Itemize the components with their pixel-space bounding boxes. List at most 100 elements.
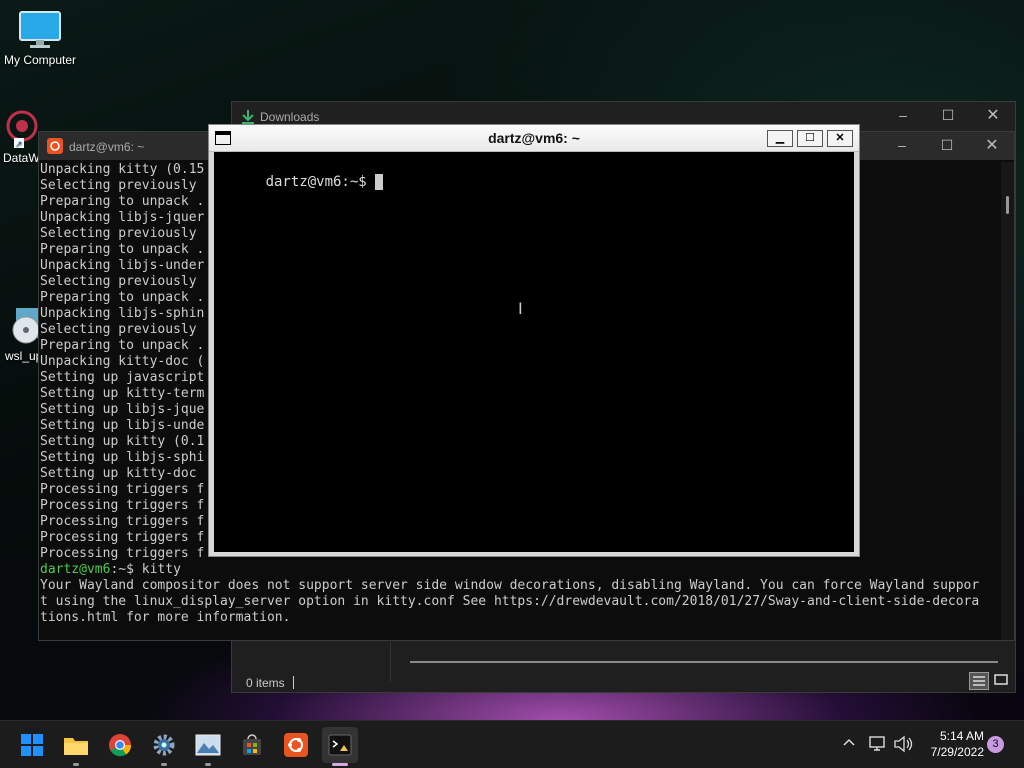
kitty-prompt-line: dartz@vm6:~$ [215, 155, 384, 209]
photos-button[interactable] [190, 727, 226, 766]
terminal-line: Unpacking kitty-doc ( [40, 354, 205, 369]
terminal-line: Preparing to unpack . [40, 194, 205, 209]
network-button[interactable] [868, 735, 888, 758]
window-title: dartz@vm6: ~ [69, 140, 145, 154]
terminal-line: Selecting previously [40, 178, 197, 193]
terminal-line: Processing triggers f [40, 546, 205, 561]
desktop-icon-label: wsl_up [5, 349, 40, 363]
maximize-button[interactable]: ☐ [925, 107, 971, 124]
clock-date: 7/29/2022 [930, 745, 984, 759]
terminal-line: Setting up libjs-unde [40, 418, 205, 433]
close-button[interactable]: ✕ [970, 105, 1016, 125]
clock-button[interactable]: 5:14 AM 7/29/2022 [918, 728, 984, 760]
terminal-line: Preparing to unpack . [40, 242, 205, 257]
gear-icon [153, 734, 175, 756]
close-button[interactable]: ✕ [969, 135, 1014, 155]
vertical-scrollbar[interactable] [1001, 162, 1014, 640]
network-icon [869, 736, 885, 751]
desktop-icon-my-computer[interactable]: My Computer [2, 10, 78, 67]
minimize-button[interactable]: ▁ [767, 130, 793, 147]
terminal-line: Setting up kitty (0.1 [40, 434, 205, 449]
terminal-message-line: Your Wayland compositor does not support… [40, 578, 980, 593]
notification-badge[interactable]: 3 [987, 736, 1004, 753]
terminal-line: Setting up kitty-term [40, 386, 205, 401]
horizontal-scrollbar[interactable] [410, 661, 998, 663]
terminal-line: Unpacking libjs-sphin [40, 306, 205, 321]
start-button[interactable] [14, 727, 50, 763]
maximize-button[interactable]: ☐ [797, 130, 823, 147]
tiles-view-icon [994, 674, 1008, 685]
terminal-line: Unpacking libjs-under [40, 258, 205, 273]
taskbar: 5:14 AM 7/29/2022 3 [0, 720, 1024, 768]
kitty-titlebar[interactable]: dartz@vm6: ~ ▁ ☐ ✕ [209, 125, 859, 152]
running-indicator [332, 763, 348, 766]
store-button[interactable] [234, 727, 270, 763]
terminal-line: Setting up libjs-sphi [40, 450, 205, 465]
list-view-icon [973, 676, 985, 686]
terminal-line: Unpacking kitty (0.15 [40, 162, 205, 177]
clock-time: 5:14 AM [939, 729, 984, 743]
kitty-terminal-window[interactable]: dartz@vm6: ~ ▁ ☐ ✕ dartz@vm6:~$ Ⅰ [208, 124, 860, 557]
running-indicator [205, 763, 211, 766]
terminal-line: Processing triggers f [40, 498, 205, 513]
settings-button[interactable] [146, 727, 182, 766]
dataw-icon: ↗ [6, 110, 38, 149]
tiles-view-button[interactable] [992, 672, 1012, 690]
svg-text:↗: ↗ [15, 139, 23, 148]
text-cursor [375, 174, 384, 190]
terminal-line: Selecting previously [40, 274, 197, 289]
store-icon [243, 734, 261, 755]
window-title: dartz@vm6: ~ [488, 130, 580, 146]
prompt-command: :~$ kitty [110, 562, 181, 577]
minimize-button[interactable]: – [879, 137, 925, 153]
folder-icon [64, 738, 88, 755]
details-view-button[interactable] [969, 672, 989, 690]
ubuntu-button[interactable] [278, 727, 314, 763]
terminal-line: Preparing to unpack . [40, 290, 205, 305]
kitty-prompt: dartz@vm6:~$ [265, 174, 376, 190]
show-hidden-icons-button[interactable] [842, 735, 856, 752]
maximize-button[interactable]: ☐ [924, 137, 970, 154]
terminal-line: Processing triggers f [40, 530, 205, 545]
terminal-message-line: tions.html for more information. [40, 610, 291, 625]
ubuntu-icon [284, 733, 308, 757]
disc-icon [12, 308, 40, 344]
ubuntu-icon [47, 138, 63, 154]
chrome-button[interactable] [102, 727, 138, 763]
running-indicator [73, 763, 79, 766]
status-text: 0 items [246, 676, 285, 690]
download-arrow-icon [242, 110, 254, 124]
desktop-icon-wsl-update[interactable]: wsl_up [0, 306, 40, 363]
chevron-up-icon [843, 738, 855, 746]
terminal-line: Selecting previously [40, 322, 197, 337]
prompt-user: dartz@vm6 [40, 562, 111, 577]
ibeam-cursor-icon: Ⅰ [518, 299, 523, 318]
minimize-button[interactable]: – [880, 107, 926, 123]
file-explorer-button[interactable] [58, 727, 94, 766]
speaker-icon [894, 735, 913, 753]
scrollbar-thumb[interactable] [1006, 196, 1009, 214]
terminal-icon [328, 734, 352, 756]
close-button[interactable]: ✕ [827, 130, 853, 147]
terminal-line: Unpacking libjs-jquer [40, 210, 205, 225]
terminal-prompt-line: dartz@vm6:~$ kitty [40, 562, 181, 578]
terminal-line: Processing triggers f [40, 482, 205, 497]
terminal-line: Preparing to unpack . [40, 338, 205, 353]
window-title: Downloads [260, 110, 320, 124]
terminal-line: Selecting previously [40, 226, 197, 241]
running-indicator [161, 763, 167, 766]
windows-start-icon [21, 734, 43, 756]
terminal-line: Setting up kitty-doc [40, 466, 197, 481]
terminal-line: Processing triggers f [40, 514, 205, 529]
status-separator [293, 676, 294, 689]
desktop-icon-dataw[interactable]: ↗ DataW [0, 108, 40, 165]
monitor-icon [19, 11, 61, 48]
terminal-line: Setting up javascript [40, 370, 205, 385]
desktop-icon-label: DataW [3, 151, 40, 165]
terminal-button[interactable] [322, 727, 358, 766]
photos-icon [195, 734, 221, 756]
kitty-terminal-area[interactable]: dartz@vm6:~$ Ⅰ [214, 152, 854, 552]
terminal-message-line: t using the linux_display_server option … [40, 594, 980, 609]
desktop-icon-label: My Computer [3, 53, 77, 67]
volume-button[interactable] [893, 735, 913, 758]
